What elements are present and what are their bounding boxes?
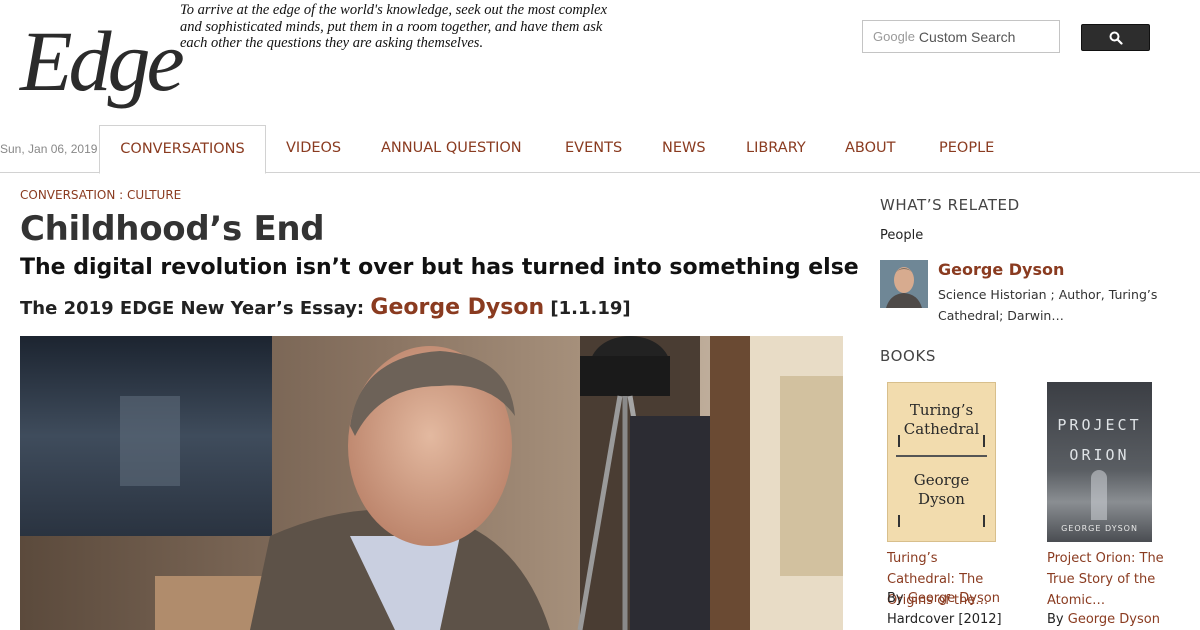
tab-conversations[interactable]: CONVERSATIONS [99,125,266,174]
cover-author-line-2: Dyson [918,490,965,508]
tab-news[interactable]: NEWS [662,125,706,173]
person-name-link[interactable]: George Dyson [938,260,1064,279]
google-brand: Google [873,29,915,44]
edge-logo[interactable]: Edge [20,18,185,104]
books-heading: BOOKS [880,347,936,365]
book-cover-project-orion[interactable]: PROJECT ORION GEORGE DYSON [1047,382,1152,542]
book-byline: By George Dyson [1047,612,1160,627]
book-author-link[interactable]: George Dyson [1068,612,1160,627]
book-cover-turings-cathedral[interactable]: Turing’s Cathedral George Dyson [887,382,996,542]
hero-photo [20,336,843,630]
cover-author: GEORGE DYSON [1061,524,1138,533]
avatar[interactable] [880,260,928,308]
cover-author-line-1: George [913,471,970,489]
cover-title-line-1: Turing’s [909,401,974,419]
search-button[interactable] [1081,24,1150,51]
tab-annual-question[interactable]: ANNUAL QUESTION [381,125,522,173]
by-label: By [887,591,908,606]
tab-library[interactable]: LIBRARY [746,125,806,173]
tab-people[interactable]: PEOPLE [939,125,994,173]
book-author-link[interactable]: George Dyson [908,591,1000,606]
author-link[interactable]: George Dyson [370,295,544,320]
cover-title-line-2: ORION [1069,446,1130,464]
search-icon [1109,31,1123,45]
people-label: People [880,228,924,243]
person-description: Science Historian ; Author, Turing’s Cat… [938,287,1158,323]
essay-prefix: The 2019 EDGE New Year’s Essay: [20,298,371,319]
cover-title-line-1: PROJECT [1057,416,1142,434]
tab-events[interactable]: EVENTS [565,125,622,173]
current-date: Sun, Jan 06, 2019 [0,142,98,156]
article-title: Childhood’s End [20,209,325,249]
article-subtitle: The digital revolution isn’t over but ha… [20,255,859,280]
by-label: By [1047,612,1068,627]
cover-title-line-2: Cathedral [903,420,980,438]
essay-byline: The 2019 EDGE New Year’s Essay: George D… [20,295,631,320]
book-format: Hardcover [2012] [887,612,1002,627]
breadcrumb[interactable]: CONVERSATION : CULTURE [20,188,181,202]
book-title-project-orion[interactable]: Project Orion: The True Story of the Ato… [1047,548,1167,611]
search-box[interactable]: Google [862,20,1060,53]
site-tagline: To arrive at the edge of the world's kno… [180,2,608,51]
whats-related-heading: WHAT’S RELATED [880,196,1020,214]
essay-date: [1.1.19] [550,298,631,319]
tab-about[interactable]: ABOUT [845,125,896,173]
search-input[interactable] [918,28,1059,45]
book-byline: By George Dyson [887,591,1000,606]
main-nav: Sun, Jan 06, 2019 CONVERSATIONS VIDEOS A… [0,125,1200,174]
tab-videos[interactable]: VIDEOS [286,125,341,173]
